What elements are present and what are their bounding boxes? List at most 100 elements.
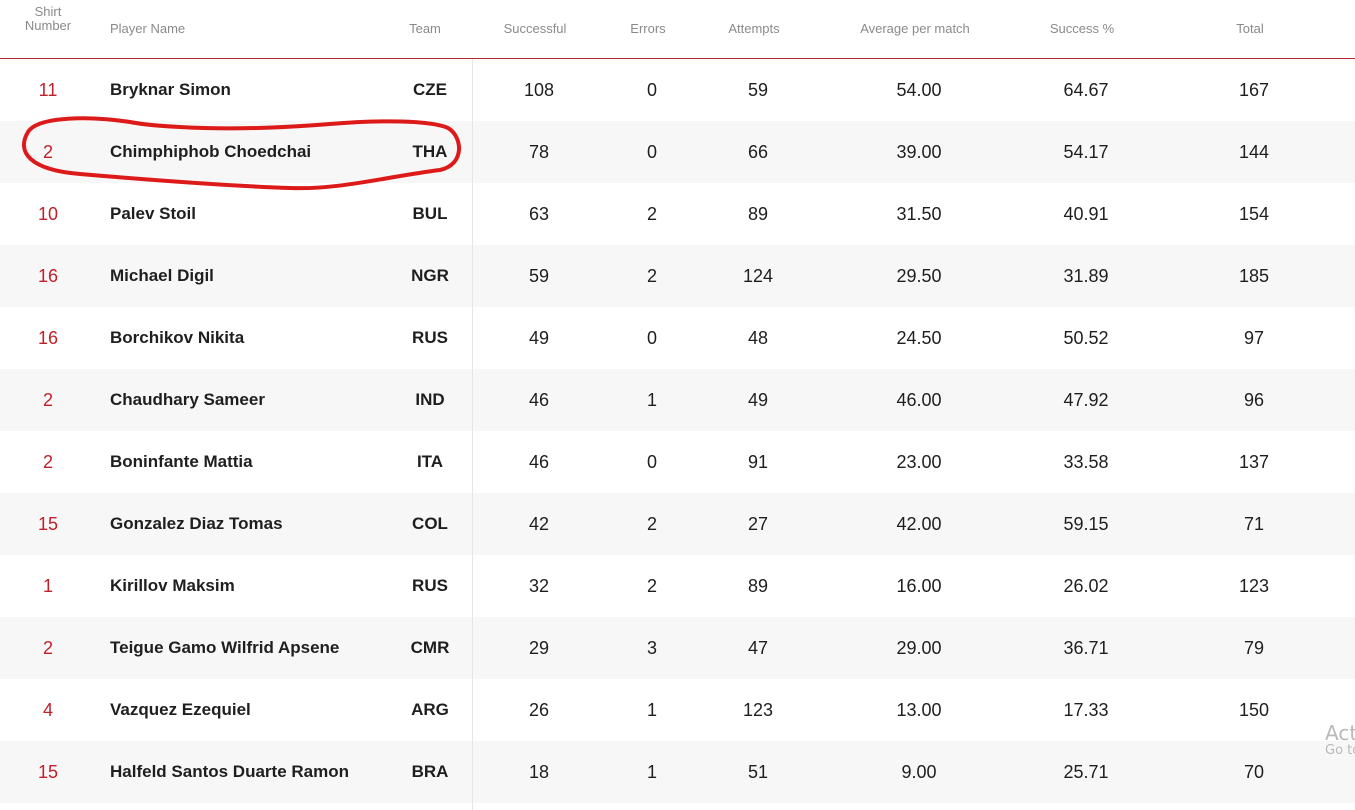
attempts-cell: 91 <box>747 451 769 472</box>
header-player-name[interactable]: Player Name <box>110 0 270 58</box>
errors-cell: 2 <box>646 203 657 224</box>
average-per-match-cell: 9.00 <box>901 761 937 782</box>
average-per-match-cell: 42.00 <box>896 513 942 534</box>
average-per-match-cell: 39.00 <box>896 141 942 162</box>
total-cell: 150 <box>1238 699 1270 720</box>
errors-cell: 2 <box>646 575 657 596</box>
player-name-cell: Gonzalez Diaz Tomas <box>110 514 283 533</box>
table-row[interactable]: 11 Bryknar Simon CZE 108 0 59 54.00 64.67 167 <box>0 59 1355 121</box>
table-row[interactable]: 2 Chimphiphob Choedchai THA 78 0 66 39.00 54.17… <box>0 121 1355 183</box>
table-row[interactable]: 10 Palev Stoil BUL 63 2 89 31.50 40.91 154 <box>0 183 1355 245</box>
player-name-cell: Michael Digil <box>110 266 214 285</box>
success-pct-cell: 47.92 <box>1063 389 1109 410</box>
header-success-pct[interactable]: Success % <box>1022 0 1142 58</box>
header-shirt-number[interactable]: Shirt Number <box>18 0 78 48</box>
success-pct-cell: 31.89 <box>1063 265 1109 286</box>
activation-watermark: Act Go to <box>1325 722 1355 758</box>
success-pct-cell: 36.71 <box>1063 637 1109 658</box>
header-successful[interactable]: Successful <box>485 0 585 58</box>
average-per-match-cell: 13.00 <box>896 699 942 720</box>
errors-cell: 0 <box>646 451 657 472</box>
success-pct-cell: 59.15 <box>1063 513 1109 534</box>
shirt-number-cell: 2 <box>42 637 53 658</box>
success-pct-cell: 50.52 <box>1063 327 1109 348</box>
player-name-cell: Boninfante Mattia <box>110 452 253 471</box>
total-cell: 71 <box>1243 513 1265 534</box>
errors-cell: 1 <box>646 389 657 410</box>
table-row[interactable]: 2 Teigue Gamo Wilfrid Apsene CMR 29 3 47 29.00… <box>0 617 1355 679</box>
attempts-cell: 51 <box>747 761 769 782</box>
table-row[interactable]: 15 Gonzalez Diaz Tomas COL 42 2 27 42.00 59.15 7… <box>0 493 1355 555</box>
team-cell: NGR <box>411 266 449 285</box>
table-row[interactable]: 16 Michael Digil NGR 59 2 124 29.50 31.89 185 <box>0 245 1355 307</box>
average-per-match-cell: 29.50 <box>896 265 942 286</box>
shirt-number-cell: 4 <box>42 699 53 720</box>
attempts-cell: 89 <box>747 203 769 224</box>
table-row[interactable]: 2 Chaudhary Sameer IND 46 1 49 46.00 47.92 96 <box>0 369 1355 431</box>
successful-cell: 42 <box>528 513 550 534</box>
total-cell: 144 <box>1238 141 1270 162</box>
header-average-per-match[interactable]: Average per match <box>835 0 995 58</box>
header-attempts[interactable]: Attempts <box>704 0 804 58</box>
player-name-cell: Borchikov Nikita <box>110 328 245 347</box>
total-cell: 123 <box>1238 575 1270 596</box>
attempts-cell: 48 <box>747 327 769 348</box>
table-row[interactable]: 2 Boninfante Mattia ITA 46 0 91 23.00 33.58 137 <box>0 431 1355 493</box>
table-body: 11 Bryknar Simon CZE 108 0 59 54.00 64.67 167 2 Ch… <box>0 59 1355 803</box>
player-name-cell: Chimphiphob Choedchai <box>110 142 312 161</box>
table-row[interactable]: 15 Halfeld Santos Duarte Ramon BRA 18 1 51 9.0… <box>0 741 1355 803</box>
shirt-number-cell: 11 <box>38 79 58 100</box>
watermark-line-1: Act <box>1325 721 1355 745</box>
player-name-cell: Kirillov Maksim <box>110 576 235 595</box>
header-total[interactable]: Total <box>1200 0 1300 58</box>
player-name-cell: Halfeld Santos Duarte Ramon <box>110 762 349 781</box>
errors-cell: 3 <box>646 637 657 658</box>
team-cell: ITA <box>416 452 444 471</box>
header-errors[interactable]: Errors <box>598 0 698 58</box>
success-pct-cell: 33.58 <box>1063 451 1109 472</box>
shirt-number-cell: 16 <box>37 265 59 286</box>
success-pct-cell: 25.71 <box>1063 761 1109 782</box>
errors-cell: 0 <box>646 327 657 348</box>
player-name-cell: Bryknar Simon <box>110 80 231 99</box>
average-per-match-cell: 31.50 <box>896 203 942 224</box>
average-per-match-cell: 29.00 <box>896 637 942 658</box>
total-cell: 70 <box>1243 761 1265 782</box>
attempts-cell: 47 <box>747 637 769 658</box>
player-name-cell: Vazquez Ezequiel <box>110 700 251 719</box>
errors-cell: 0 <box>646 141 657 162</box>
attempts-cell: 59 <box>747 79 769 100</box>
successful-cell: 46 <box>528 451 550 472</box>
average-per-match-cell: 16.00 <box>896 575 942 596</box>
errors-cell: 2 <box>646 265 657 286</box>
attempts-cell: 49 <box>747 389 769 410</box>
table-row[interactable]: 16 Borchikov Nikita RUS 49 0 48 24.50 50.52 97 <box>0 307 1355 369</box>
header-team[interactable]: Team <box>395 0 455 58</box>
errors-cell: 1 <box>646 699 657 720</box>
success-pct-cell: 64.67 <box>1063 79 1109 100</box>
table-header: Shirt Number Player Name Team Successful… <box>0 0 1355 59</box>
errors-cell: 0 <box>646 79 657 100</box>
table-row[interactable]: 4 Vazquez Ezequiel ARG 26 1 123 13.00 17.33 150 <box>0 679 1355 741</box>
successful-cell: 18 <box>528 761 550 782</box>
team-cell: COL <box>412 514 448 533</box>
total-cell: 185 <box>1238 265 1270 286</box>
team-cell: BUL <box>412 204 448 223</box>
table-row[interactable]: 1 Kirillov Maksim RUS 32 2 89 16.00 26.02 123 <box>0 555 1355 617</box>
team-cell: ARG <box>411 700 449 719</box>
shirt-number-cell: 15 <box>37 513 59 534</box>
team-cell: THA <box>412 142 448 161</box>
stats-table-page: Shirt Number Player Name Team Successful… <box>0 0 1355 810</box>
attempts-cell: 124 <box>742 265 774 286</box>
attempts-cell: 27 <box>747 513 769 534</box>
team-cell: CZE <box>413 80 447 99</box>
average-per-match-cell: 24.50 <box>896 327 942 348</box>
team-cell: IND <box>415 390 445 409</box>
errors-cell: 1 <box>646 761 657 782</box>
watermark-line-2: Go to <box>1325 743 1355 758</box>
successful-cell: 26 <box>528 699 550 720</box>
team-cell: BRA <box>411 762 449 781</box>
total-cell: 137 <box>1238 451 1270 472</box>
attempts-cell: 89 <box>747 575 769 596</box>
average-per-match-cell: 46.00 <box>896 389 942 410</box>
